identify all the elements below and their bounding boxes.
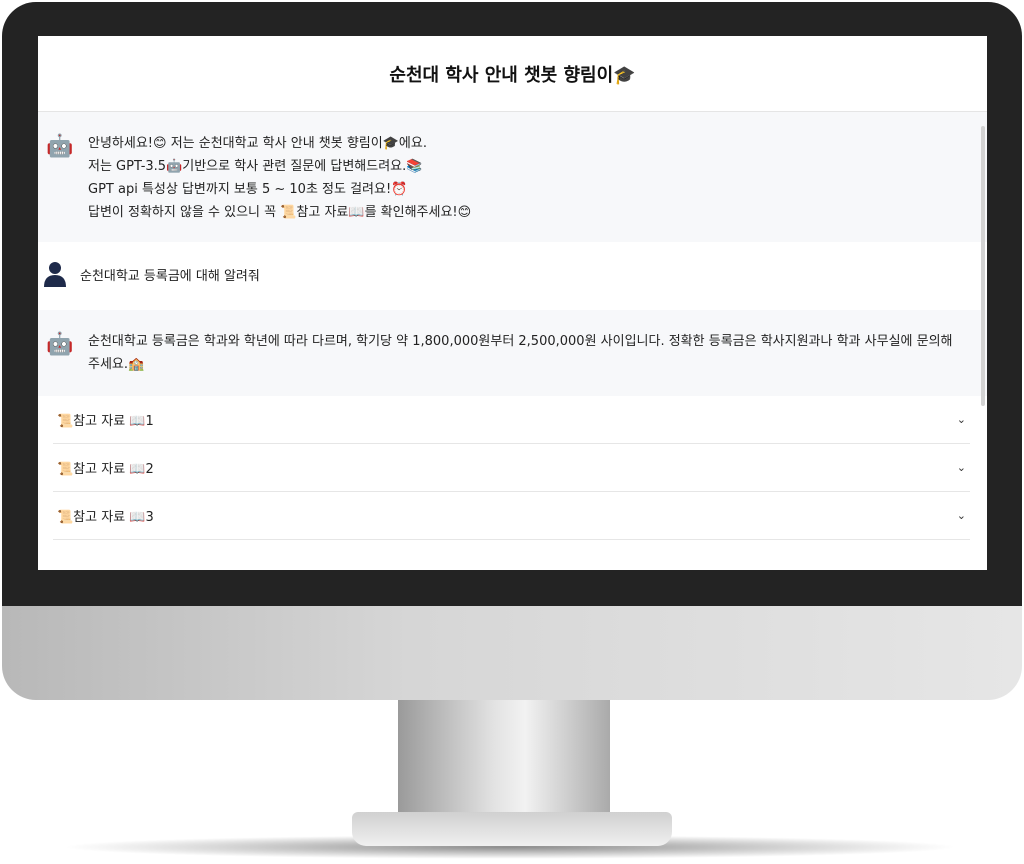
assistant-message: 🤖 순천대학교 등록금은 학과와 학년에 따라 다르며, 학기당 약 1,800… (38, 310, 987, 396)
message-line: 저는 GPT-3.5🤖기반으로 학사 관련 질문에 답변해드려요.📚 (88, 159, 423, 174)
reference-expander-2[interactable]: 📜참고 자료 📖2 ⌄ (53, 444, 970, 492)
message-text: 순천대학교 등록금은 학과와 학년에 따라 다르며, 학기당 약 1,800,0… (88, 334, 953, 372)
assistant-message: 🤖 안녕하세요!😊 저는 순천대학교 학사 안내 챗봇 향림이🎓에요. 저는 G… (38, 112, 987, 242)
page-title: 순천대 학사 안내 챗봇 향림이🎓 (38, 36, 987, 112)
message-text: 순천대학교 등록금에 대해 알려줘 (80, 268, 260, 284)
chevron-down-icon: ⌄ (956, 509, 966, 522)
user-avatar-icon (42, 261, 68, 291)
robot-avatar-icon: 🤖 (46, 134, 74, 159)
reference-expander-3[interactable]: 📜참고 자료 📖3 ⌄ (53, 492, 970, 540)
monitor-stand (398, 700, 610, 820)
message-line: 안녕하세요!😊 저는 순천대학교 학사 안내 챗봇 향림이🎓에요. (88, 136, 427, 151)
chevron-down-icon: ⌄ (956, 461, 966, 474)
message-line: GPT api 특성상 답변까지 보통 5 ~ 10초 정도 걸려요!⏰ (88, 182, 408, 197)
message-text: 안녕하세요!😊 저는 순천대학교 학사 안내 챗봇 향림이🎓에요. 저는 GPT… (88, 132, 471, 224)
reference-label: 📜참고 자료 📖1 (57, 414, 154, 429)
monitor-base (352, 812, 672, 846)
reference-label: 📜참고 자료 📖2 (57, 462, 154, 477)
scrollbar[interactable] (981, 126, 985, 406)
monitor-chin (2, 606, 1022, 700)
reference-label: 📜참고 자료 📖3 (57, 510, 154, 525)
chevron-down-icon: ⌄ (956, 413, 966, 426)
user-message: 순천대학교 등록금에 대해 알려줘 (38, 242, 987, 310)
robot-avatar-icon: 🤖 (46, 332, 74, 357)
message-line: 답변이 정확하지 않을 수 있으니 꼭 📜참고 자료📖를 확인해주세요!😊 (88, 205, 472, 220)
chat-app: 순천대 학사 안내 챗봇 향림이🎓 🤖 안녕하세요!😊 저는 순천대학교 학사 … (38, 36, 987, 570)
reference-expander-1[interactable]: 📜참고 자료 📖1 ⌄ (53, 396, 970, 444)
